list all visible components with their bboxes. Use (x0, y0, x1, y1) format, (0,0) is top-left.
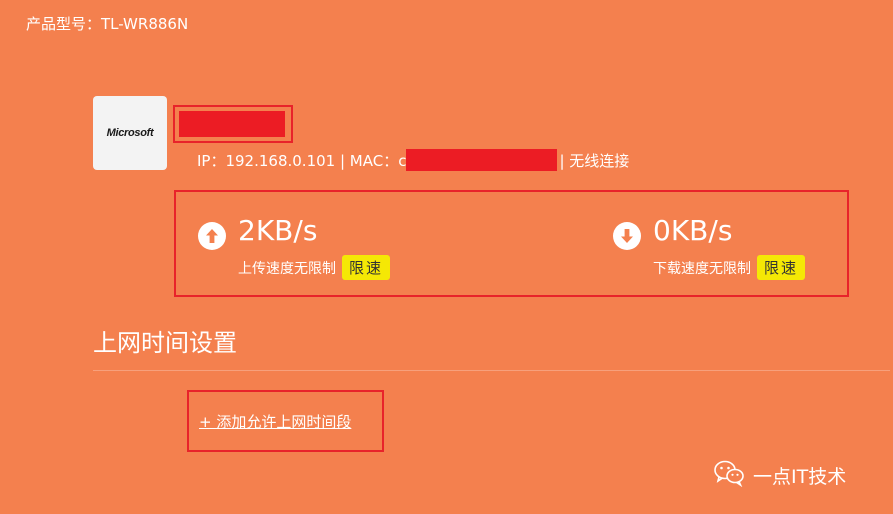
product-model: 产品型号：TL-WR886N (26, 15, 189, 33)
device-name-redaction (179, 111, 285, 137)
mac-redaction (406, 149, 558, 171)
download-speed-caption-row: 下载速度无限制 限速 (653, 255, 806, 280)
upload-speed-caption: 上传速度无限制 (238, 260, 336, 277)
upload-speed-caption-row: 上传速度无限制 限速 (238, 255, 391, 280)
speed-panel: 2KB/s 上传速度无限制 限速 0KB/s 下载速度无限制 限速 (174, 190, 849, 297)
add-time-slot-link[interactable]: + 添加允许上网时间段 (199, 411, 351, 432)
add-time-slot-highlight: + 添加允许上网时间段 (187, 390, 384, 452)
download-speed-caption: 下载速度无限制 (653, 260, 751, 277)
upload-speed-value: 2KB/s (238, 214, 318, 247)
watermark-text: 一点IT技术 (753, 466, 847, 488)
device-logo-text: Microsoft (106, 127, 154, 139)
device-ip-mac: IP：192.168.0.101 | MAC：c (197, 151, 407, 170)
section-divider (93, 370, 890, 371)
wechat-icon (713, 459, 745, 492)
device-name-highlight (173, 105, 293, 143)
device-info: IP：192.168.0.101 | MAC：c | 无线连接 (197, 149, 629, 171)
upload-limit-button[interactable]: 限速 (342, 255, 391, 280)
connection-type: | 无线连接 (559, 151, 630, 170)
internet-time-title: 上网时间设置 (93, 329, 237, 357)
download-limit-button[interactable]: 限速 (757, 255, 806, 280)
arrow-down-circle-icon (613, 222, 641, 250)
watermark: 一点IT技术 (713, 459, 846, 492)
arrow-up-circle-icon (198, 222, 226, 250)
download-speed-value: 0KB/s (653, 214, 733, 247)
device-logo: Microsoft (93, 96, 167, 170)
